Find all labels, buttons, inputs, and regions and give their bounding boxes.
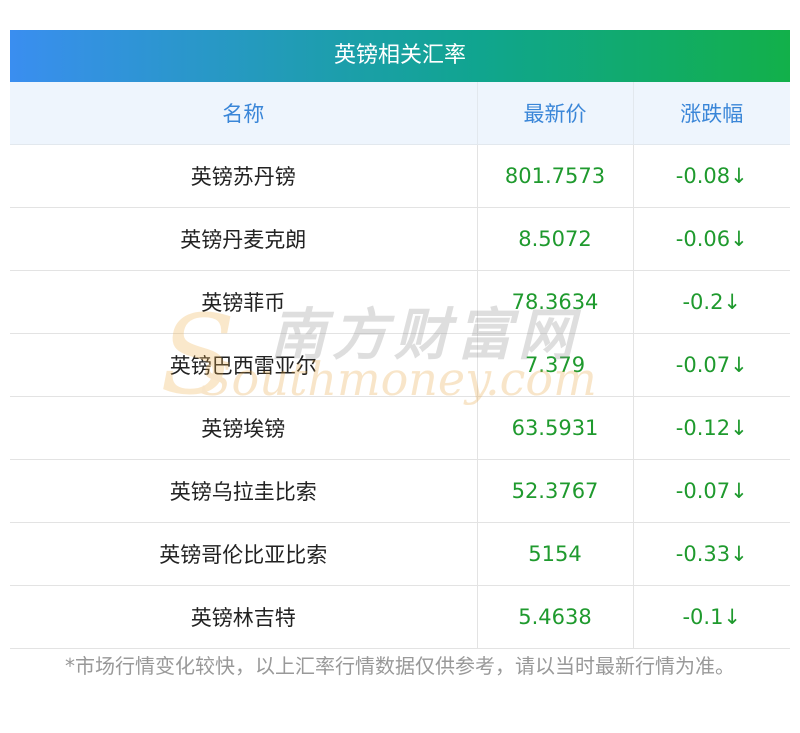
disclaimer-footnote: *市场行情变化较快，以上汇率行情数据仅供参考，请以当时最新行情为准。 xyxy=(65,654,735,678)
change-percent: -0.06↓ xyxy=(633,207,790,271)
currency-name[interactable]: 英镑哥伦比亚比索 xyxy=(10,522,478,586)
table-row[interactable]: 英镑哥伦比亚比索 5154 -0.33↓ xyxy=(10,522,790,586)
column-header-name: 名称 xyxy=(10,82,478,145)
column-header-change: 涨跌幅 xyxy=(633,82,790,145)
currency-name[interactable]: 英镑巴西雷亚尔 xyxy=(10,333,478,397)
exchange-rate-table-card: 英镑相关汇率 名称 最新价 涨跌幅 英镑苏丹镑 801.7573 -0.08↓ … xyxy=(10,30,790,649)
table-row[interactable]: 英镑丹麦克朗 8.5072 -0.06↓ xyxy=(10,207,790,271)
currency-name[interactable]: 英镑菲币 xyxy=(10,270,478,334)
table-row[interactable]: 英镑菲币 78.3634 -0.2↓ xyxy=(10,270,790,334)
latest-price: 7.379 xyxy=(477,333,634,397)
table-title: 英镑相关汇率 xyxy=(10,30,790,82)
latest-price: 5.4638 xyxy=(477,585,634,649)
change-percent: -0.07↓ xyxy=(633,459,790,523)
currency-name[interactable]: 英镑埃镑 xyxy=(10,396,478,460)
currency-name[interactable]: 英镑丹麦克朗 xyxy=(10,207,478,271)
currency-name[interactable]: 英镑林吉特 xyxy=(10,585,478,649)
table-row[interactable]: 英镑巴西雷亚尔 7.379 -0.07↓ xyxy=(10,333,790,397)
latest-price: 63.5931 xyxy=(477,396,634,460)
latest-price: 5154 xyxy=(477,522,634,586)
change-percent: -0.12↓ xyxy=(633,396,790,460)
table-row[interactable]: 英镑乌拉圭比索 52.3767 -0.07↓ xyxy=(10,459,790,523)
change-percent: -0.07↓ xyxy=(633,333,790,397)
currency-name[interactable]: 英镑苏丹镑 xyxy=(10,144,478,208)
column-header-price: 最新价 xyxy=(477,82,634,145)
table-header-row: 名称 最新价 涨跌幅 xyxy=(10,82,790,145)
change-percent: -0.1↓ xyxy=(633,585,790,649)
latest-price: 8.5072 xyxy=(477,207,634,271)
change-percent: -0.33↓ xyxy=(633,522,790,586)
change-percent: -0.2↓ xyxy=(633,270,790,334)
latest-price: 52.3767 xyxy=(477,459,634,523)
table-row[interactable]: 英镑林吉特 5.4638 -0.1↓ xyxy=(10,585,790,649)
change-percent: -0.08↓ xyxy=(633,144,790,208)
latest-price: 78.3634 xyxy=(477,270,634,334)
latest-price: 801.7573 xyxy=(477,144,634,208)
exchange-rate-table: 名称 最新价 涨跌幅 英镑苏丹镑 801.7573 -0.08↓ 英镑丹麦克朗 … xyxy=(10,82,790,649)
table-row[interactable]: 英镑苏丹镑 801.7573 -0.08↓ xyxy=(10,144,790,208)
currency-name[interactable]: 英镑乌拉圭比索 xyxy=(10,459,478,523)
table-row[interactable]: 英镑埃镑 63.5931 -0.12↓ xyxy=(10,396,790,460)
